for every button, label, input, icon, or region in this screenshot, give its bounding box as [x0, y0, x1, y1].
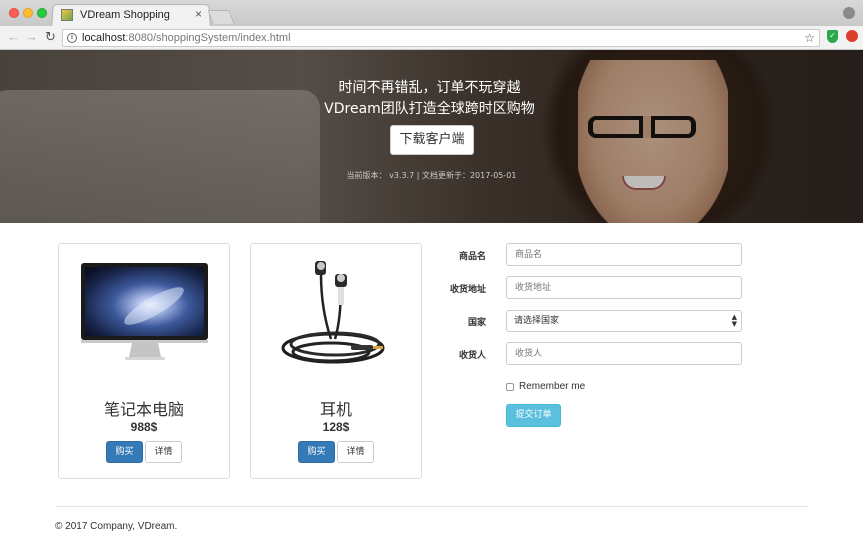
window-close-button[interactable]	[9, 8, 19, 18]
new-tab-button[interactable]	[207, 10, 235, 24]
product-name: 耳机	[319, 400, 352, 419]
country-select[interactable]: 请选择国家 ▲ ▼	[506, 310, 742, 332]
extension-shield-icon[interactable]: ✓	[827, 30, 838, 43]
recipient-label: 收货人	[458, 351, 486, 361]
remember-me-label: Remember me	[519, 381, 586, 392]
footer-copyright: © 2017 Company, VDream.	[55, 521, 178, 532]
version-info: 当前版本： v3.3.7 | 文档更新于：2017-05-01	[346, 171, 517, 180]
bookmark-star-icon[interactable]: ☆	[804, 31, 815, 45]
reload-icon[interactable]: ↻	[45, 30, 56, 44]
tab-title: VDream Shopping	[80, 9, 170, 21]
product-name: 笔记本电脑	[103, 400, 184, 419]
product-price: 128$	[322, 420, 350, 434]
browser-toolbar: ← → ↻ i localhost:8080/shoppingSystem/in…	[0, 26, 863, 50]
recipient-input[interactable]	[506, 342, 742, 365]
extension-red-icon[interactable]	[846, 30, 858, 42]
product-price: 988$	[130, 420, 158, 434]
product-card-earphones: 耳机 128$ 购买 详情	[250, 243, 422, 479]
hero-headline: 时间不再错乱，订单不玩穿越	[338, 80, 521, 96]
download-client-button[interactable]: 下载客户端	[390, 125, 474, 155]
tab-favicon-icon	[61, 9, 73, 21]
buy-button[interactable]: 购买	[298, 441, 335, 463]
detail-button[interactable]: 详情	[337, 441, 374, 463]
profile-icon[interactable]	[843, 7, 855, 19]
hero-subheadline: VDream团队打造全球跨时区购物	[324, 101, 535, 117]
buy-button[interactable]: 购买	[106, 441, 143, 463]
window-maximize-button[interactable]	[37, 8, 47, 18]
select-arrows-icon: ▲ ▼	[731, 313, 737, 328]
country-selected-value: 请选择国家	[514, 316, 560, 326]
browser-titlebar: VDream Shopping ×	[0, 0, 863, 27]
detail-button[interactable]: 详情	[145, 441, 182, 463]
address-label: 收货地址	[449, 285, 486, 295]
submit-order-button[interactable]: 提交订单	[506, 404, 561, 427]
forward-arrow-icon[interactable]: →	[25, 30, 38, 44]
footer-divider	[55, 506, 808, 507]
address-input[interactable]	[506, 276, 742, 299]
info-icon[interactable]: i	[67, 33, 77, 43]
earphones-product-image	[281, 261, 385, 364]
back-arrow-icon[interactable]: ←	[7, 30, 20, 44]
hero-banner: 时间不再错乱，订单不玩穿越 VDream团队打造全球跨时区购物 下载客户端 当前…	[0, 50, 863, 223]
product-card-laptop: 笔记本电脑 988$ 购买 详情	[58, 243, 230, 479]
product-name-input[interactable]	[506, 243, 742, 266]
laptop-product-image	[81, 263, 208, 360]
address-bar[interactable]: i localhost:8080/shoppingSystem/index.ht…	[62, 29, 820, 47]
product-name-label: 商品名	[458, 252, 486, 262]
country-label: 国家	[467, 318, 486, 328]
window-minimize-button[interactable]	[23, 8, 33, 18]
url-text: localhost:8080/shoppingSystem/index.html	[82, 32, 291, 44]
remember-me-checkbox[interactable]	[506, 383, 514, 391]
tab-close-icon[interactable]: ×	[195, 7, 202, 21]
